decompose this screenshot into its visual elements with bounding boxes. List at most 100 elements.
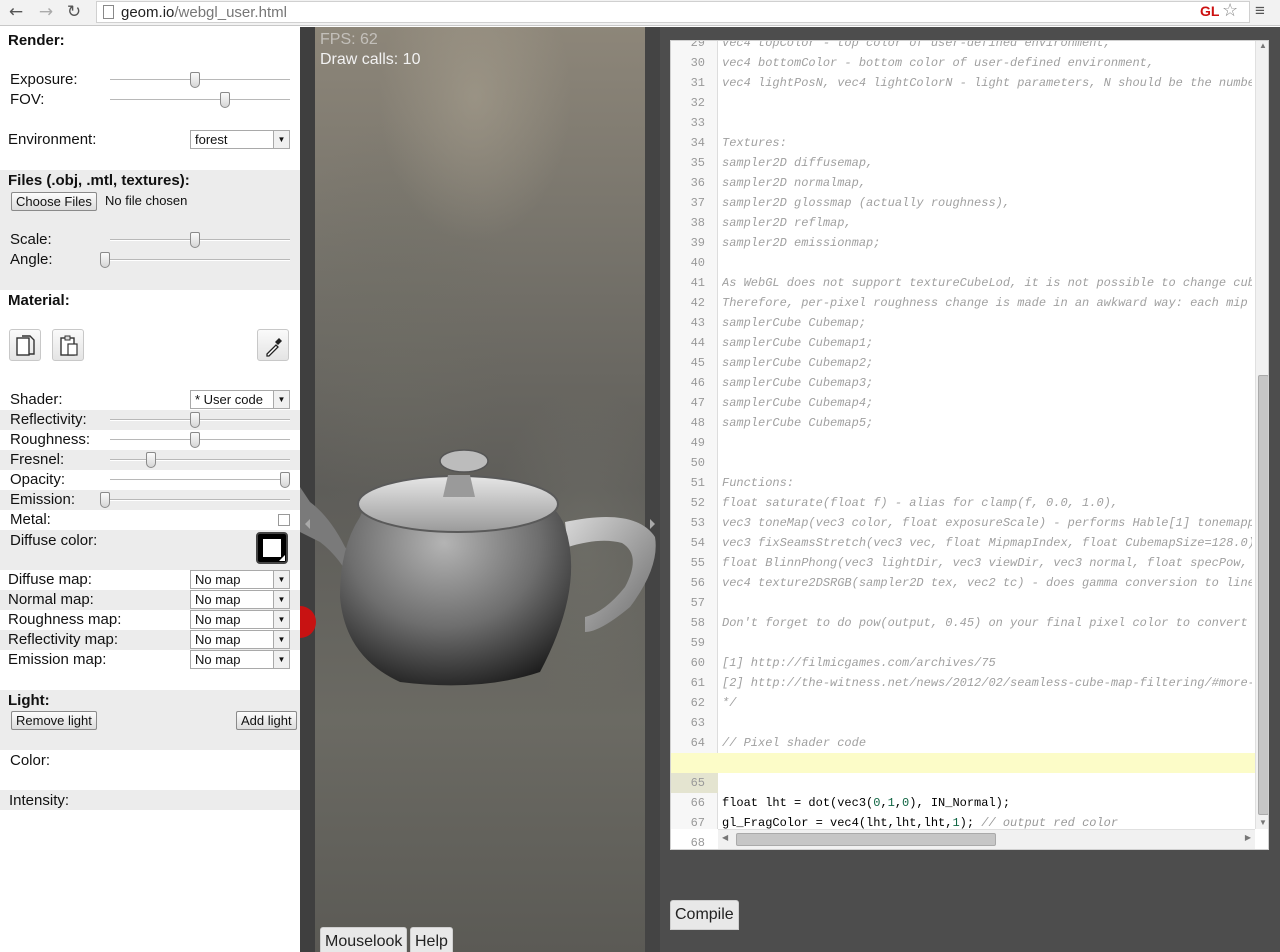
- remove-light-button[interactable]: Remove light: [11, 711, 97, 730]
- code-line[interactable]: 47 samplerCube Cubemap4;: [671, 393, 1255, 413]
- forward-arrow-icon[interactable]: →: [36, 2, 56, 22]
- fresnel-slider-thumb[interactable]: [146, 452, 157, 468]
- code-line-active[interactable]: 65 float lht = dot(vec3(0,1,0), IN_Norma…: [671, 753, 1255, 810]
- code-line[interactable]: 39 sampler2D emissionmap;: [671, 233, 1255, 253]
- webgl-viewport[interactable]: FPS: 62 Draw calls: 10 Mouselook Help: [300, 27, 660, 952]
- code-line[interactable]: 51 Functions:: [671, 473, 1255, 493]
- address-bar[interactable]: geom.io/webgl_user.html: [96, 1, 1250, 23]
- code-line[interactable]: 36 sampler2D normalmap,: [671, 173, 1255, 193]
- code-line[interactable]: 59: [671, 633, 1255, 653]
- code-line[interactable]: 58 Don't forget to do pow(output, 0.45) o…: [671, 613, 1255, 633]
- code-line[interactable]: 42 Therefore, per-pixel roughness change …: [671, 293, 1255, 313]
- emission-slider-thumb[interactable]: [100, 492, 110, 508]
- code-line[interactable]: 54 vec3 fixSeamsStretch(vec3 vec, float M…: [671, 533, 1255, 553]
- diffuse-color-picker[interactable]: [256, 532, 288, 564]
- scroll-down-icon[interactable]: ▼: [1259, 818, 1267, 827]
- code-line[interactable]: 66 gl_FragColor = vec4(lht,lht,lht,1); /…: [671, 773, 1255, 830]
- code-line[interactable]: 50: [671, 453, 1255, 473]
- line-number: 32: [690, 96, 705, 110]
- fov-slider[interactable]: [110, 90, 290, 110]
- choose-files-button[interactable]: Choose Files: [11, 192, 97, 211]
- back-arrow-icon[interactable]: ←: [6, 2, 26, 22]
- chevron-down-icon: ▼: [273, 391, 289, 408]
- code-line[interactable]: 46 samplerCube Cubemap3;: [671, 373, 1255, 393]
- line-number: 34: [690, 136, 705, 150]
- reflectivity-slider-thumb[interactable]: [189, 412, 200, 428]
- metal-checkbox[interactable]: [278, 514, 290, 526]
- opacity-slider-thumb[interactable]: [280, 472, 290, 488]
- roughness-slider-thumb[interactable]: [189, 432, 200, 448]
- shader-select[interactable]: * User code ▼: [190, 390, 290, 409]
- code-line[interactable]: 40: [671, 253, 1255, 273]
- code-line[interactable]: 33: [671, 113, 1255, 133]
- code-line[interactable]: 64 // Pixel shader code: [671, 733, 1255, 753]
- fresnel-slider[interactable]: [110, 450, 290, 470]
- code-line[interactable]: 34 Textures:: [671, 133, 1255, 153]
- code-line[interactable]: 32: [671, 93, 1255, 113]
- help-button[interactable]: Help: [410, 927, 453, 952]
- exposure-slider[interactable]: [110, 70, 290, 90]
- browser-menu-icon[interactable]: ≡: [1255, 1, 1265, 21]
- fov-slider-thumb[interactable]: [220, 92, 231, 108]
- texture-map-select[interactable]: No map ▼: [190, 590, 290, 609]
- eyedropper-button[interactable]: [257, 329, 289, 361]
- red-light-marker[interactable]: [300, 606, 316, 638]
- texture-map-select[interactable]: No map ▼: [190, 650, 290, 669]
- code-line[interactable]: 62 */: [671, 693, 1255, 713]
- scroll-left-icon[interactable]: ◀: [722, 833, 728, 842]
- code-line[interactable]: 63: [671, 713, 1255, 733]
- horizontal-scrollbar[interactable]: ◀ ▶: [718, 829, 1255, 849]
- texture-map-select[interactable]: No map ▼: [190, 630, 290, 649]
- code-line[interactable]: 56 vec4 texture2DSRGB(sampler2D tex, vec2…: [671, 573, 1255, 593]
- reflectivity-slider[interactable]: [110, 410, 290, 430]
- code-line[interactable]: 55 float BlinnPhong(vec3 lightDir, vec3 v…: [671, 553, 1255, 573]
- compile-button[interactable]: Compile: [670, 900, 739, 930]
- texture-map-select[interactable]: No map ▼: [190, 610, 290, 629]
- exposure-slider-thumb[interactable]: [189, 72, 200, 88]
- scroll-right-icon[interactable]: ▶: [1245, 833, 1251, 842]
- angle-slider-thumb[interactable]: [100, 252, 110, 268]
- environment-select[interactable]: forest ▼: [190, 130, 290, 149]
- reflectivity-label: Reflectivity:: [10, 411, 87, 428]
- paste-material-button[interactable]: [52, 329, 84, 361]
- line-number: 45: [690, 356, 705, 370]
- code-line[interactable]: 61 [2] http://the-witness.net/news/2012/0…: [671, 673, 1255, 693]
- code-line[interactable]: 37 sampler2D glossmap (actually roughness…: [671, 193, 1255, 213]
- horizontal-scroll-thumb[interactable]: [736, 833, 996, 846]
- code-line[interactable]: 53 vec3 toneMap(vec3 color, float exposur…: [671, 513, 1255, 533]
- code-line[interactable]: 29 vec4 topColor - top color of user-defi…: [671, 41, 1255, 53]
- bookmark-star-icon[interactable]: ☆: [1222, 0, 1238, 21]
- angle-slider[interactable]: [100, 250, 290, 270]
- gl-extension-icon[interactable]: GL: [1200, 3, 1219, 19]
- scroll-up-icon[interactable]: ▲: [1259, 41, 1267, 50]
- mouselook-button[interactable]: Mouselook: [320, 927, 408, 952]
- code-line[interactable]: 43 samplerCube Cubemap;: [671, 313, 1255, 333]
- code-line[interactable]: 41 As WebGL does not support textureCubeL…: [671, 273, 1255, 293]
- code-line[interactable]: 60 [1] http://filmicgames.com/archives/75: [671, 653, 1255, 673]
- copy-material-button[interactable]: [9, 329, 41, 361]
- code-text: [2] http://the-witness.net/news/2012/02/…: [722, 676, 1252, 690]
- code-line[interactable]: 67: [671, 793, 1255, 830]
- scale-slider-thumb[interactable]: [189, 232, 200, 248]
- reload-icon[interactable]: ↻: [64, 2, 84, 22]
- vertical-scrollbar[interactable]: ▲ ▼: [1255, 41, 1268, 829]
- code-line[interactable]: 57: [671, 593, 1255, 613]
- scale-slider[interactable]: [110, 230, 290, 250]
- roughness-slider[interactable]: [110, 430, 290, 450]
- code-line[interactable]: 35 sampler2D diffusemap,: [671, 153, 1255, 173]
- code-line[interactable]: 38 sampler2D reflmap,: [671, 213, 1255, 233]
- code-line[interactable]: 48 samplerCube Cubemap5;: [671, 413, 1255, 433]
- code-line[interactable]: 52 float saturate(float f) - alias for cl…: [671, 493, 1255, 513]
- code-line[interactable]: 49: [671, 433, 1255, 453]
- emission-slider[interactable]: [100, 490, 290, 510]
- code-line[interactable]: 30 vec4 bottomColor - bottom color of use…: [671, 53, 1255, 73]
- viewport-right-arrow-icon[interactable]: [650, 519, 655, 529]
- vertical-scroll-thumb[interactable]: [1258, 375, 1268, 815]
- opacity-slider[interactable]: [110, 470, 290, 490]
- code-line[interactable]: 44 samplerCube Cubemap1;: [671, 333, 1255, 353]
- add-light-button[interactable]: Add light: [236, 711, 297, 730]
- code-editor[interactable]: 29 vec4 topColor - top color of user-defi…: [670, 40, 1269, 850]
- code-line[interactable]: 45 samplerCube Cubemap2;: [671, 353, 1255, 373]
- texture-map-select[interactable]: No map ▼: [190, 570, 290, 589]
- code-line[interactable]: 31 vec4 lightPosN, vec4 lightColorN - lig…: [671, 73, 1255, 93]
